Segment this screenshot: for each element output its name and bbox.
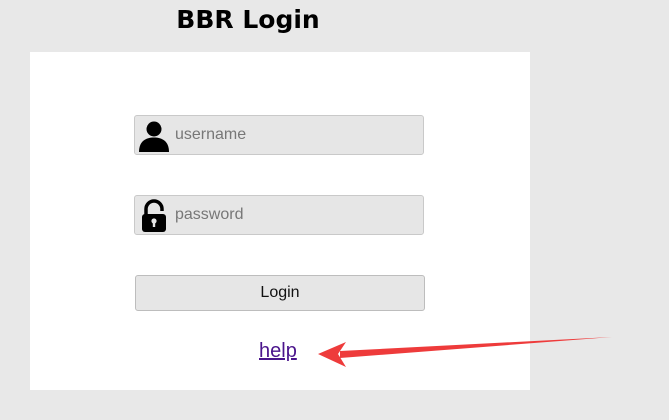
login-button[interactable]: Login — [135, 275, 425, 311]
login-panel: username password Login help — [30, 52, 530, 390]
help-link[interactable]: help — [259, 340, 297, 363]
username-placeholder: username — [175, 126, 247, 143]
user-icon — [137, 119, 171, 153]
page-title: BBR Login — [176, 5, 320, 34]
password-field[interactable]: password — [134, 195, 424, 235]
username-field[interactable]: username — [134, 115, 424, 155]
login-page: BBR Login username password Login help — [0, 0, 669, 420]
lock-icon — [137, 199, 171, 233]
password-placeholder: password — [175, 206, 244, 223]
